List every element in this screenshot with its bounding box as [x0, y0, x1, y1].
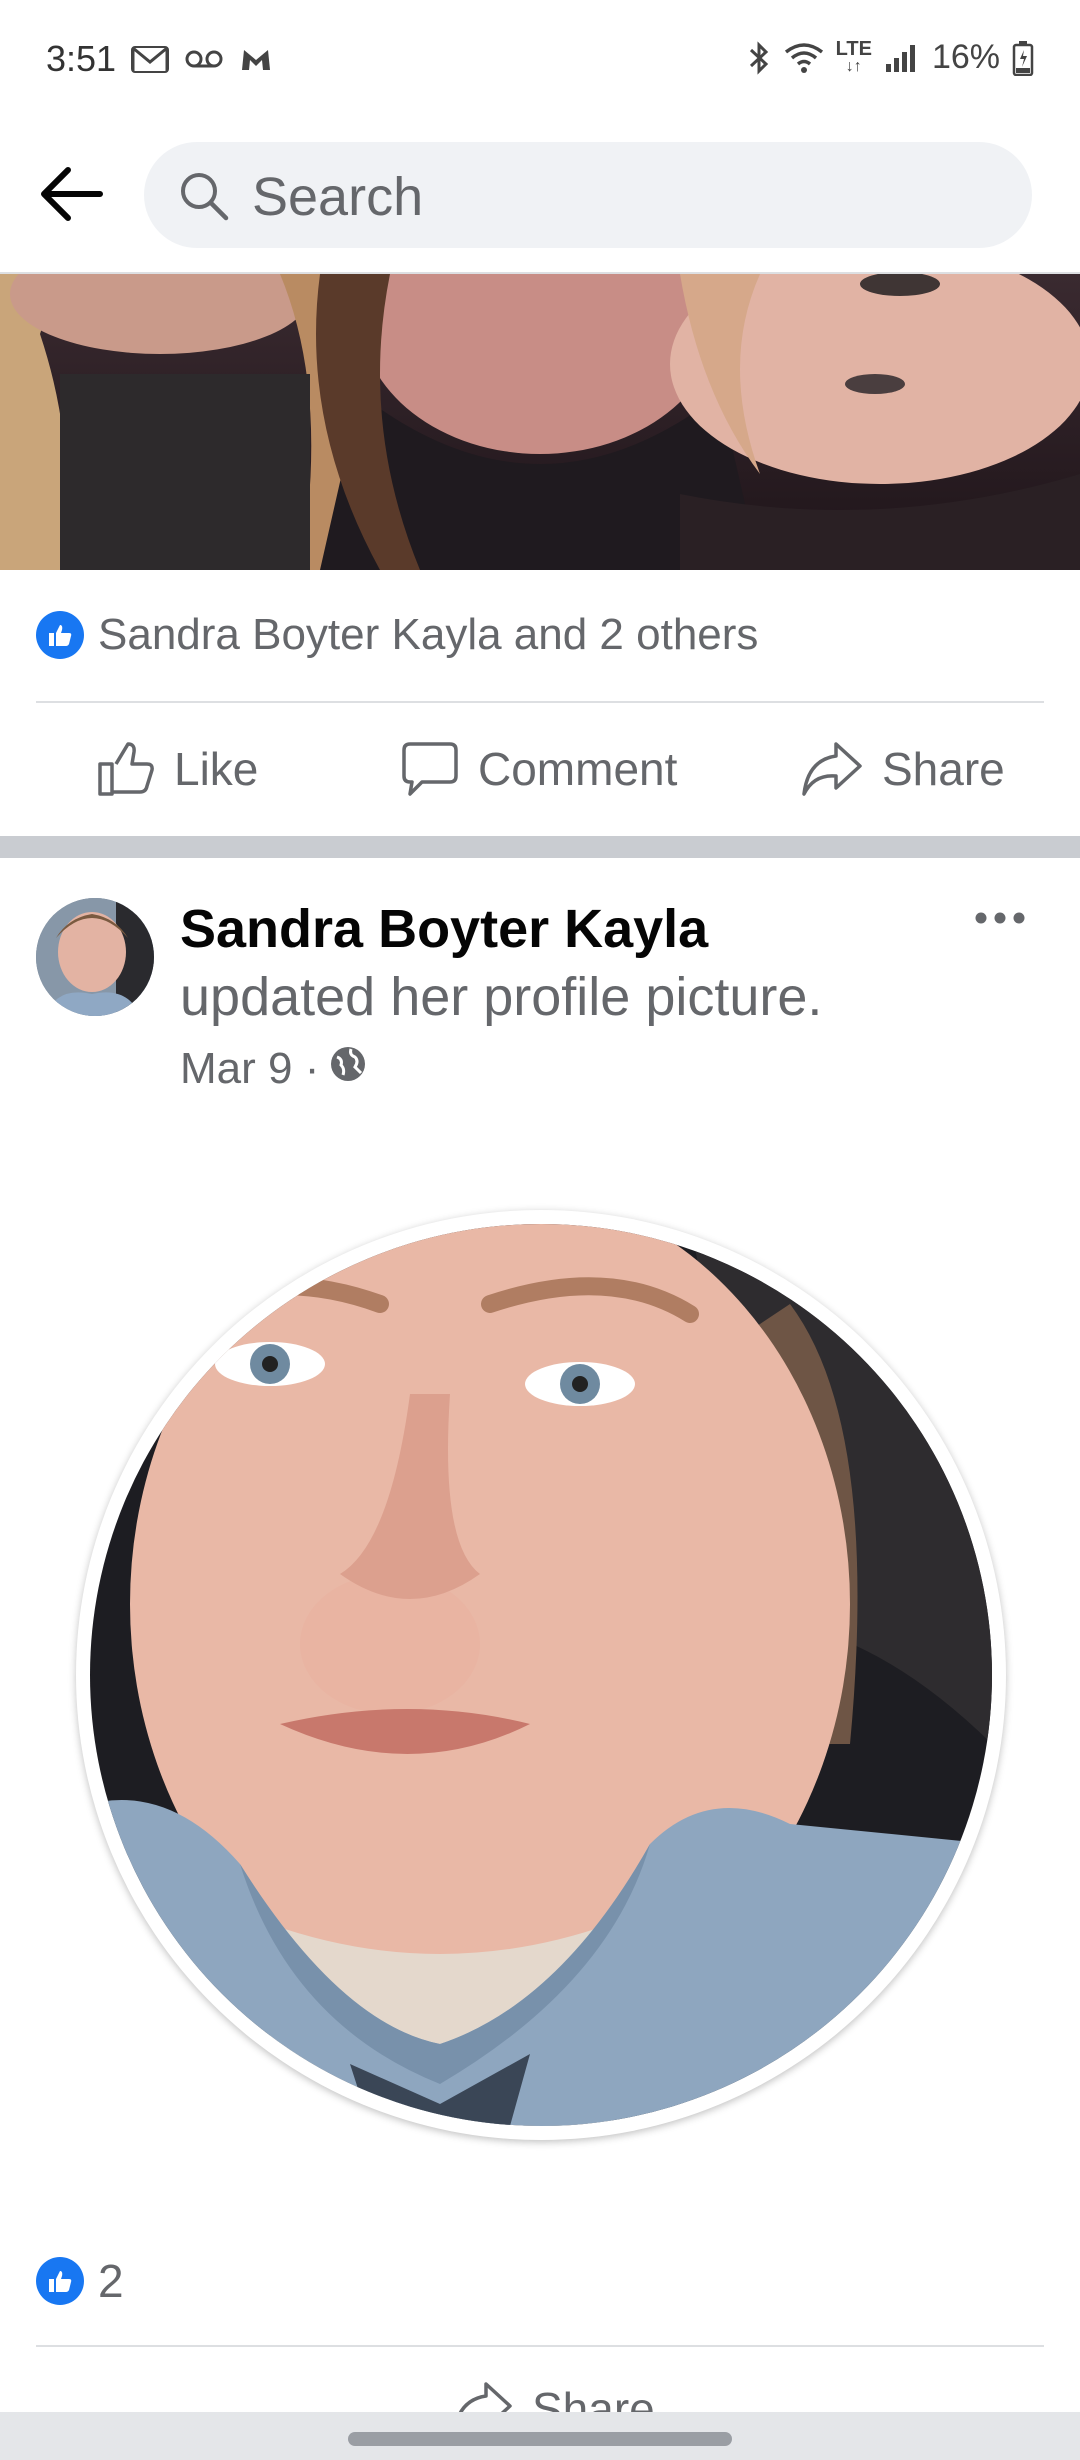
battery-percent: 16%: [931, 38, 1000, 76]
search-placeholder: Search: [252, 167, 424, 227]
post-author[interactable]: Sandra Boyter Kayla: [180, 898, 708, 960]
comment-icon: [402, 742, 458, 796]
post-action-text: updated her profile picture.: [180, 967, 823, 1027]
post-separator: [0, 836, 1080, 858]
like-button[interactable]: Like: [96, 740, 258, 798]
malwarebytes-icon: [238, 44, 274, 74]
back-button[interactable]: [30, 156, 114, 232]
post-meta: Mar 9 ·: [180, 1044, 367, 1094]
arrow-left-icon: [41, 167, 103, 221]
status-bar: 3:51 LTE ↓↑ 16%: [0, 0, 1080, 116]
globe-icon: [329, 1044, 367, 1094]
more-options-button[interactable]: [968, 898, 1032, 938]
profile-picture-frame[interactable]: [76, 1210, 1006, 2140]
share-label: Share: [882, 743, 1005, 795]
signal-icon: [884, 42, 920, 74]
comment-button[interactable]: Comment: [400, 740, 677, 798]
reactions-text: Sandra Boyter Kayla and 2 others: [98, 610, 759, 659]
battery-icon: [1012, 40, 1034, 76]
post-action-bar: Like Comment Share: [0, 704, 1080, 832]
post-date[interactable]: Mar 9 ·: [180, 1044, 319, 1094]
system-navigation-bar: [0, 2412, 1080, 2460]
voicemail-icon: [184, 48, 224, 70]
more-horizontal-icon: [975, 912, 1025, 924]
post-photo[interactable]: [0, 274, 1080, 570]
home-gesture-handle[interactable]: [348, 2432, 732, 2446]
like-label: Like: [174, 743, 259, 795]
status-left: 3:51: [46, 38, 274, 80]
search-input[interactable]: Search: [144, 142, 1032, 248]
reactions-summary[interactable]: 2: [36, 2254, 124, 2308]
bluetooth-icon: [746, 40, 772, 76]
like-reaction-icon: [36, 611, 84, 659]
gmail-icon: [130, 44, 170, 74]
wifi-icon: [784, 42, 824, 74]
reactions-summary[interactable]: Sandra Boyter Kayla and 2 others: [36, 610, 758, 660]
status-time: 3:51: [46, 38, 117, 79]
divider: [36, 701, 1044, 703]
status-right: LTE ↓↑ 16%: [746, 38, 1034, 77]
top-app-bar: Search: [0, 116, 1080, 274]
comment-label: Comment: [478, 743, 678, 795]
reactions-count: 2: [98, 2255, 124, 2307]
group-photo-image: [0, 274, 1080, 570]
avatar-image: [36, 898, 154, 1016]
thumbs-up-icon: [98, 742, 154, 796]
share-icon: [802, 742, 862, 796]
divider: [36, 2345, 1044, 2347]
like-reaction-icon: [36, 2257, 84, 2305]
search-icon: [178, 170, 230, 227]
lte-label: LTE: [835, 37, 872, 60]
avatar[interactable]: [36, 898, 154, 1016]
profile-picture-image: [90, 1224, 992, 2126]
share-button[interactable]: Share: [800, 740, 1005, 798]
lte-icon: LTE ↓↑: [835, 37, 872, 75]
